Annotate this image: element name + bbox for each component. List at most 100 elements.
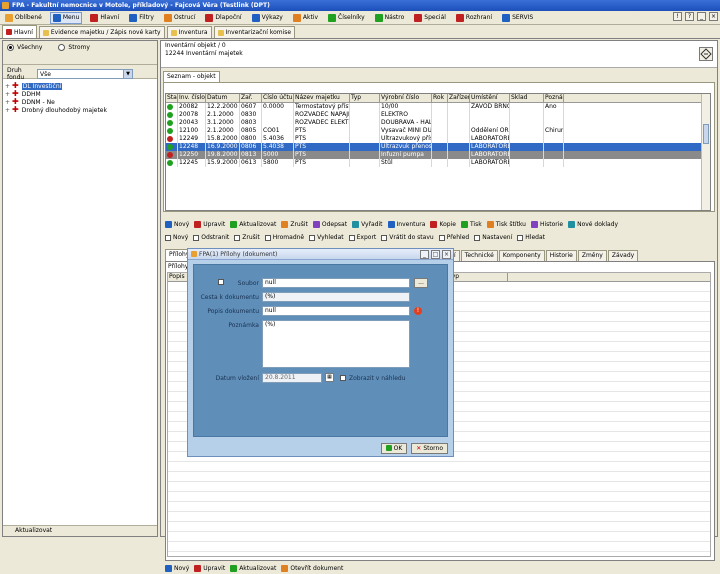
grid-column-header[interactable]: Typ [350,94,380,102]
toolbar1-button-8[interactable]: Tisk [460,221,482,228]
close-icon[interactable]: × [442,250,451,259]
grid-column-header[interactable]: Číslo účtu [262,94,294,102]
checkbox[interactable] [348,234,355,241]
filter-select[interactable]: Vše ▼ [37,69,133,79]
soubor-field[interactable]: null [262,278,410,288]
checkbox[interactable] [517,234,524,241]
menu-item-6[interactable]: Výkazy [250,12,285,24]
checkbox[interactable] [438,234,445,241]
toolbar2-button-7[interactable]: Přehled [438,234,469,241]
popis-field[interactable]: null [262,306,410,316]
bottom_toolbar-button-0[interactable]: Nový [165,565,189,572]
grid-scrollbar[interactable] [701,94,710,210]
toolbar1-button-1[interactable]: Upravit [194,221,225,228]
maximize-icon[interactable]: □ [431,250,440,259]
window-control-icon-2[interactable]: _ [697,12,706,21]
grid-scroll-thumb[interactable] [703,124,709,144]
toolbar2-button-2[interactable]: Zrušit [234,234,260,241]
tree-node[interactable]: + ✚ DL Investiční [5,82,155,90]
window-control-icon-1[interactable]: ? [685,12,694,21]
window-control-icon-0[interactable]: ! [673,12,682,21]
menu-item-4[interactable]: Ostrucí [162,12,197,24]
detail-tab-12[interactable]: Změny [577,250,607,261]
preview-checkbox[interactable] [340,375,346,381]
tree-node[interactable]: + ✚ DDNM - Ne [5,98,155,106]
menu-item-9[interactable]: Nástro [373,12,407,24]
checkbox[interactable] [193,234,200,241]
minimize-icon[interactable]: _ [420,250,429,259]
toolbar2-button-1[interactable]: Odstranit [193,234,229,241]
grid-column-header[interactable]: Výrobní číslo [380,94,432,102]
detail-tab-9[interactable]: Technické [460,250,498,261]
checkbox[interactable] [381,234,388,241]
bottom_toolbar-button-3[interactable]: Otevřít dokument [281,565,343,572]
table-row[interactable]: 12245 15.9.2000 0613 5800 PTS Stůl LABORATOŘE [166,159,710,167]
browse-button[interactable]: ... [414,278,428,288]
grid-column-header[interactable]: Datum [206,94,240,102]
menu-item-7[interactable]: Aktiv [291,12,320,24]
menu-item-11[interactable]: Rozhraní [454,12,494,24]
diamond-icon[interactable] [699,47,713,61]
toolbar1-button-6[interactable]: Inventura [387,221,425,228]
menu-item-5[interactable]: Dlapoční [203,12,243,24]
window-tab-1[interactable]: Evidence majetku / Zápis nové karty [38,26,165,38]
toolbar2-button-9[interactable]: Hledat [517,234,545,241]
detail-tab-11[interactable]: Historie [545,250,577,261]
chevron-down-icon[interactable]: ▼ [123,70,132,78]
table-row[interactable]: 12250 19.8.2000 0813 5000 PTS Infuzní pumpa LA… [166,151,710,159]
checkbox[interactable] [264,234,271,241]
table-row[interactable]: 121002.1.20000805CO01PTS Vysavač MINI DUS… [166,127,710,135]
checkbox[interactable] [309,234,316,241]
toolbar2-button-6[interactable]: Vrátit do stavu [381,234,434,241]
table-row[interactable]: 12249 15.8.2000 0800 5.4036 PTS Ultrazvukový … [166,135,710,143]
grid-column-header[interactable]: Zař. [240,94,262,102]
poznamka-field[interactable]: (%) [262,320,410,368]
cesta-field[interactable]: (%) [262,292,410,302]
grid-column-header[interactable]: Stav [166,94,178,102]
ok-button[interactable]: OK [380,442,408,454]
bottom_toolbar-button-2[interactable]: Aktualizovat [230,565,276,572]
grid-column-header[interactable]: Zařízení [448,94,470,102]
toolbar2-button-4[interactable]: Vyhledat [309,234,344,241]
toolbar1-button-2[interactable]: Aktualizovat [230,221,276,228]
detail-tab-10[interactable]: Komponenty [498,250,545,261]
detail-tab-13[interactable]: Závady [607,250,639,261]
toolbar1-button-4[interactable]: Odepsat [312,221,347,228]
tree-node[interactable]: + ✚ DDHM [5,90,155,98]
expand-icon[interactable]: + [5,83,12,90]
grid-column-header[interactable]: Název majetku [294,94,350,102]
window-control-icon-3[interactable]: × [709,12,718,21]
toolbar1-button-7[interactable]: Kopie [430,221,456,228]
menu-item-10[interactable]: Speciál [412,12,448,24]
tree-node[interactable]: + ✚ Drobný dlouhodobý majetek [5,106,155,114]
table-row[interactable]: 12248 16.9.2000 0806 5.4038 PTS Ultrazvuk pře… [166,143,710,151]
menu-item-3[interactable]: Filtry [127,12,156,24]
grid-column-header[interactable]: Umístění [470,94,510,102]
toolbar2-button-8[interactable]: Nastavení [474,234,512,241]
subgrid-column-header[interactable]: Typ [448,273,508,281]
toolbar1-button-10[interactable]: Historie [530,221,563,228]
toolbar2-button-5[interactable]: Export [348,234,376,241]
checkbox[interactable] [234,234,241,241]
cancel-button[interactable]: ✕ Storno [411,442,448,454]
menu-item-1[interactable]: Menu [49,11,83,24]
refresh-link[interactable]: Aktualizovat [15,527,52,534]
window-tab-2[interactable]: Inventura [166,26,212,38]
expand-icon[interactable]: + [5,99,12,106]
expand-icon[interactable]: + [5,91,12,98]
window-tab-3[interactable]: Inventarizační komise [213,26,296,38]
toolbar2-button-0[interactable]: Nový [165,234,188,241]
menu-item-2[interactable]: Hlavní [88,12,121,24]
tab-object-list[interactable]: Seznam - objekt [163,71,220,82]
table-row[interactable]: 200782.1.20000830 ROZVADĚČ NAPÁJENÍ ELEKTR… [166,111,710,119]
menu-item-8[interactable]: Číselníky [326,12,367,24]
window-tab-0[interactable]: Hlavní [2,25,37,38]
toolbar2-button-3[interactable]: Hromadně [264,234,304,241]
table-row[interactable]: 200433.1.20000803 ROZVADĚČ ELEKTR. TECH. D… [166,119,710,127]
checkbox[interactable] [474,234,481,241]
toolbar1-button-9[interactable]: Tisk štítku [486,221,526,228]
datum-field[interactable]: 20.8.2011 [262,373,322,383]
expand-icon[interactable]: + [5,107,12,114]
grid-column-header[interactable]: Inv. číslo [178,94,206,102]
bottom_toolbar-button-1[interactable]: Upravit [194,565,225,572]
